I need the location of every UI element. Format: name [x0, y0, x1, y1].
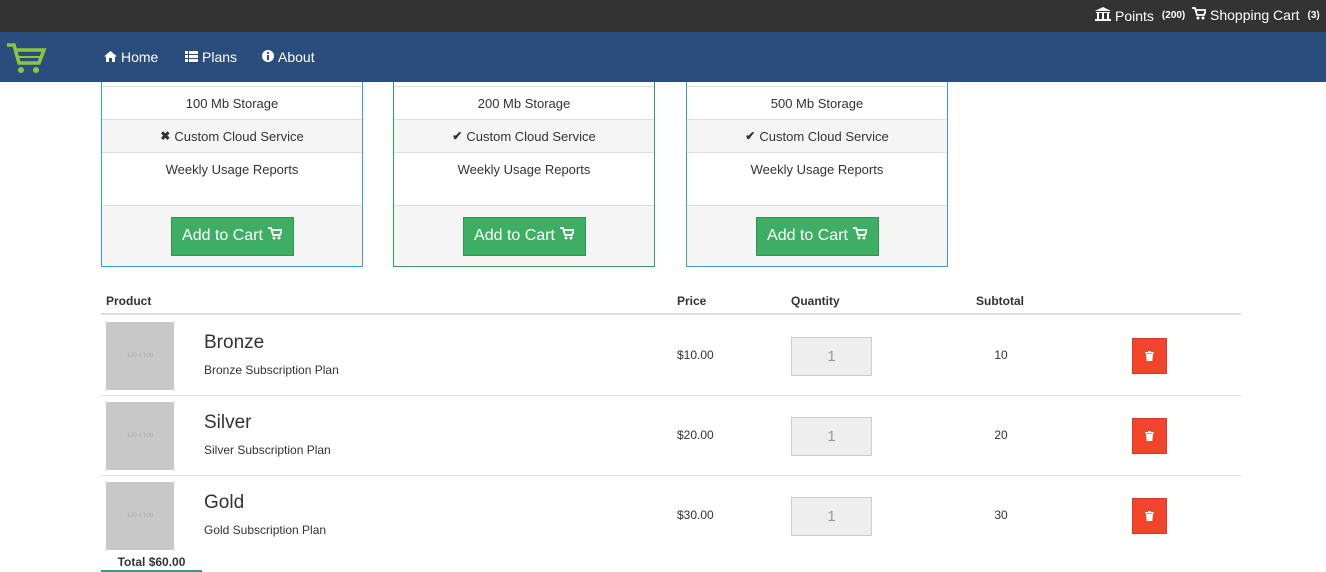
points-label: Points: [1115, 7, 1154, 24]
shopping-cart-link[interactable]: Shopping Cart (3): [1192, 7, 1320, 23]
cart-icon: [559, 227, 576, 245]
plan-card-bronze: 100 Mb Storage ✖ Custom Cloud Service We…: [101, 82, 363, 267]
cart-logo-icon[interactable]: [5, 41, 47, 75]
plan-custom-cloud-label: Custom Cloud Service: [466, 128, 596, 144]
add-to-cart-button[interactable]: Add to Cart: [170, 216, 294, 256]
plan-card-gold: 500 Mb Storage ✔ Custom Cloud Service We…: [686, 82, 948, 267]
plan-card-footer: Add to Cart: [687, 205, 947, 266]
plan-storage: 100 Mb Storage: [102, 86, 362, 119]
info-icon: [262, 49, 274, 65]
plan-reports: Weekly Usage Reports: [102, 152, 362, 206]
product-thumbnail: 100 x 100: [106, 482, 174, 550]
home-icon: [104, 49, 117, 65]
product-price: $30.00: [677, 508, 714, 522]
table-row: 100 x 100 Silver Silver Subscription Pla…: [101, 396, 1241, 476]
header-quantity: Quantity: [791, 294, 840, 308]
plan-custom-cloud-label: Custom Cloud Service: [759, 128, 889, 144]
product-description: Gold Subscription Plan: [204, 523, 327, 537]
list-icon: [185, 49, 198, 65]
product-name: Silver: [204, 412, 252, 433]
trash-icon: [1145, 509, 1154, 524]
product-name: Bronze: [204, 332, 265, 353]
points-count: (200): [1161, 10, 1186, 21]
plan-card-footer: Add to Cart: [394, 205, 654, 266]
plan-storage: 200 Mb Storage: [394, 86, 654, 119]
quantity-input[interactable]: 1: [791, 337, 872, 376]
cart-label: Shopping Cart: [1210, 7, 1300, 23]
nav-home[interactable]: Home: [104, 49, 158, 65]
product-thumbnail: 100 x 100: [106, 402, 174, 470]
add-to-cart-label: Add to Cart: [474, 227, 555, 244]
header-product: Product: [106, 294, 152, 308]
cart-icon: [267, 227, 284, 245]
header-price: Price: [677, 294, 707, 308]
header-subtotal: Subtotal: [976, 294, 1024, 308]
cart-icon: [852, 227, 869, 245]
delete-button[interactable]: [1132, 498, 1167, 534]
add-to-cart-label: Add to Cart: [182, 227, 263, 244]
plan-storage: 500 Mb Storage: [687, 86, 947, 119]
product-subtotal: 10: [994, 348, 1008, 362]
plan-custom-cloud: ✔ Custom Cloud Service: [394, 119, 654, 152]
top-bar: Points (200) Shopping Cart (3): [0, 0, 1326, 32]
bank-icon: [1095, 7, 1111, 24]
add-to-cart-label: Add to Cart: [767, 227, 848, 244]
product-subtotal: 20: [994, 428, 1008, 442]
product-name: Gold: [204, 492, 245, 513]
nav-home-label: Home: [121, 49, 159, 65]
quantity-input[interactable]: 1: [791, 497, 872, 536]
nav-about[interactable]: About: [262, 49, 315, 65]
trash-icon: [1145, 429, 1154, 444]
check-icon: ✔: [452, 129, 463, 143]
table-row: 100 x 100 Gold Gold Subscription Plan $3…: [101, 476, 1241, 556]
plan-custom-cloud: ✖ Custom Cloud Service: [102, 119, 362, 152]
check-icon: ✔: [745, 129, 756, 143]
add-to-cart-button[interactable]: Add to Cart: [462, 216, 586, 256]
plan-card-silver: 200 Mb Storage ✔ Custom Cloud Service We…: [393, 82, 655, 267]
navbar: Home Plans About: [0, 32, 1326, 82]
product-description: Silver Subscription Plan: [204, 443, 331, 457]
product-price: $20.00: [677, 428, 714, 442]
cart-total: Total $60.00: [101, 555, 202, 572]
trash-icon: [1145, 349, 1154, 364]
points-link[interactable]: Points (200): [1095, 7, 1185, 24]
plan-reports: Weekly Usage Reports: [687, 152, 947, 206]
cart-count: (3): [1307, 9, 1320, 21]
table-row: 100 x 100 Bronze Bronze Subscription Pla…: [101, 316, 1241, 396]
delete-button[interactable]: [1132, 338, 1167, 374]
delete-button[interactable]: [1132, 418, 1167, 454]
nav-plans-label: Plans: [202, 49, 238, 65]
plan-custom-cloud: ✔ Custom Cloud Service: [687, 119, 947, 152]
product-price: $10.00: [677, 348, 714, 362]
product-description: Bronze Subscription Plan: [204, 363, 339, 377]
plan-custom-cloud-label: Custom Cloud Service: [174, 128, 304, 144]
quantity-input[interactable]: 1: [791, 417, 872, 456]
add-to-cart-button[interactable]: Add to Cart: [755, 216, 879, 256]
product-subtotal: 30: [994, 508, 1008, 522]
plan-reports: Weekly Usage Reports: [394, 152, 654, 206]
nav-about-label: About: [278, 49, 315, 65]
product-thumbnail: 100 x 100: [106, 322, 174, 390]
nav-plans[interactable]: Plans: [185, 49, 237, 65]
cart-table-header: Product Price Quantity Subtotal: [101, 291, 1241, 315]
cross-icon: ✖: [160, 129, 171, 143]
plan-card-footer: Add to Cart: [102, 205, 362, 266]
cart-icon: [1192, 7, 1208, 23]
